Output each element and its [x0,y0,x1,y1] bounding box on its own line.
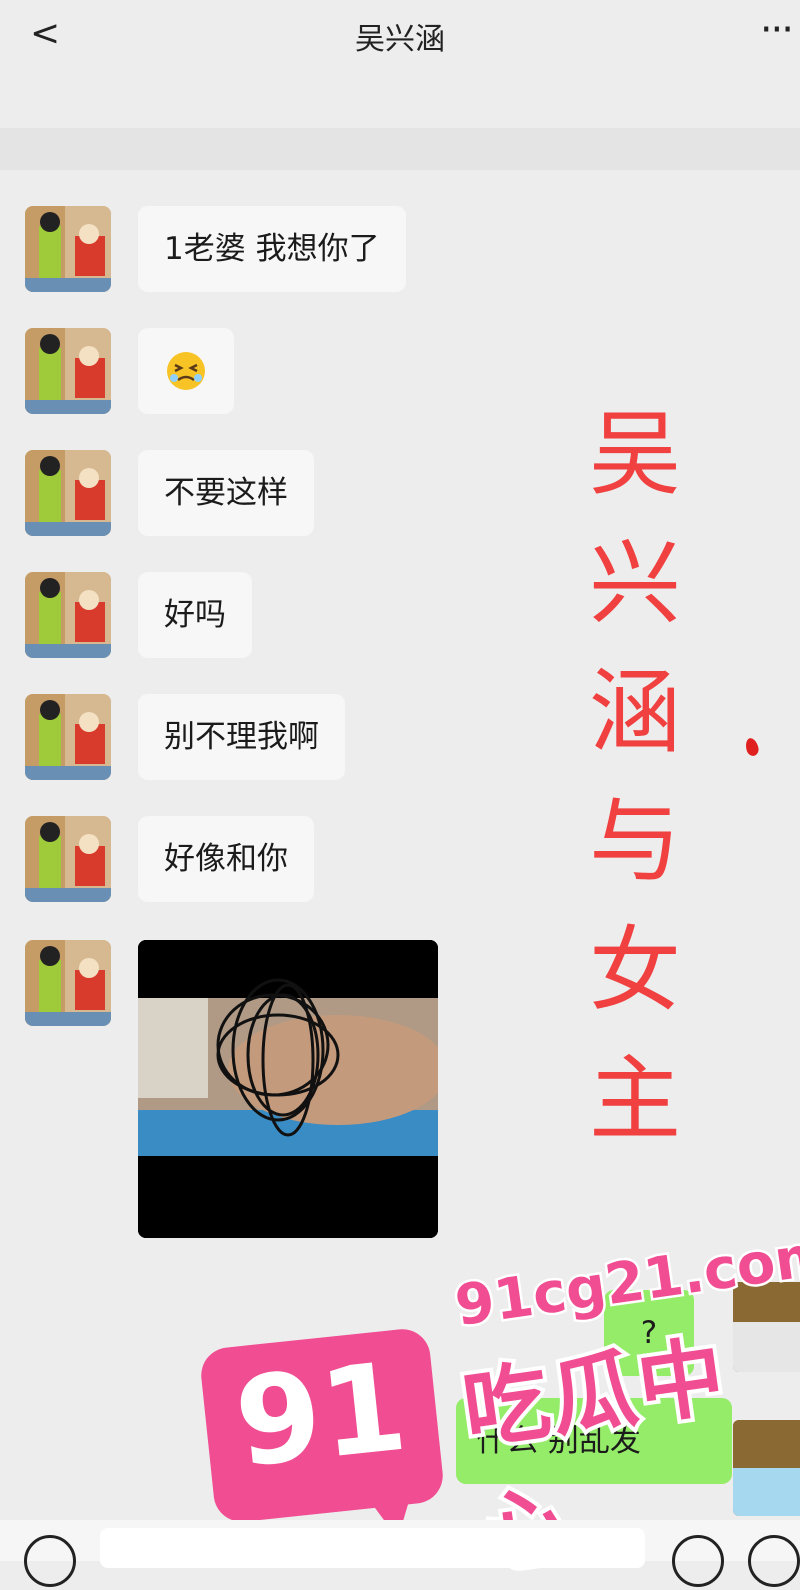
contact-avatar[interactable] [25,450,111,536]
contact-avatar[interactable] [25,206,111,292]
more-options-icon[interactable]: ··· [760,10,794,50]
overlay-char: 兴 [588,530,681,637]
overlay-char: 吴 [588,401,681,508]
message-bubble[interactable]: 好像和你 [138,816,314,902]
contact-avatar[interactable] [25,940,111,1026]
image-message[interactable] [138,940,438,1238]
contact-avatar[interactable] [25,328,111,414]
overlay-char: 主 [588,1046,681,1153]
message-bubble[interactable]: 不要这样 [138,450,314,536]
overlay-vertical-caption: 吴 兴 涵 与 女 主 [575,390,695,1164]
red-mark [743,736,761,758]
message-bubble[interactable]: 1老婆 我想你了 [138,206,406,292]
message-bubble[interactable]: 好吗 [138,572,252,658]
message-bubble-emoji[interactable]: 😖 [138,328,234,414]
voice-icon[interactable] [24,1535,76,1587]
overlay-char: 与 [588,788,681,895]
watermark-logo: 91 [198,1326,446,1525]
contact-avatar[interactable] [25,816,111,902]
logo-number: 91 [229,1335,413,1495]
contact-avatar[interactable] [25,694,111,780]
contact-avatar[interactable] [25,572,111,658]
plus-icon[interactable] [748,1535,800,1587]
pinned-band [0,128,800,170]
message-input[interactable] [100,1528,645,1568]
overlay-char: 涵 [588,659,681,766]
emoji-icon[interactable] [672,1535,724,1587]
message-bubble[interactable]: 别不理我啊 [138,694,345,780]
overlay-char: 女 [588,917,681,1024]
persevering-face-emoji-icon [164,352,208,422]
nav-bar: < 吴兴涵 ··· [0,0,800,80]
chat-title: 吴兴涵 [355,22,445,57]
